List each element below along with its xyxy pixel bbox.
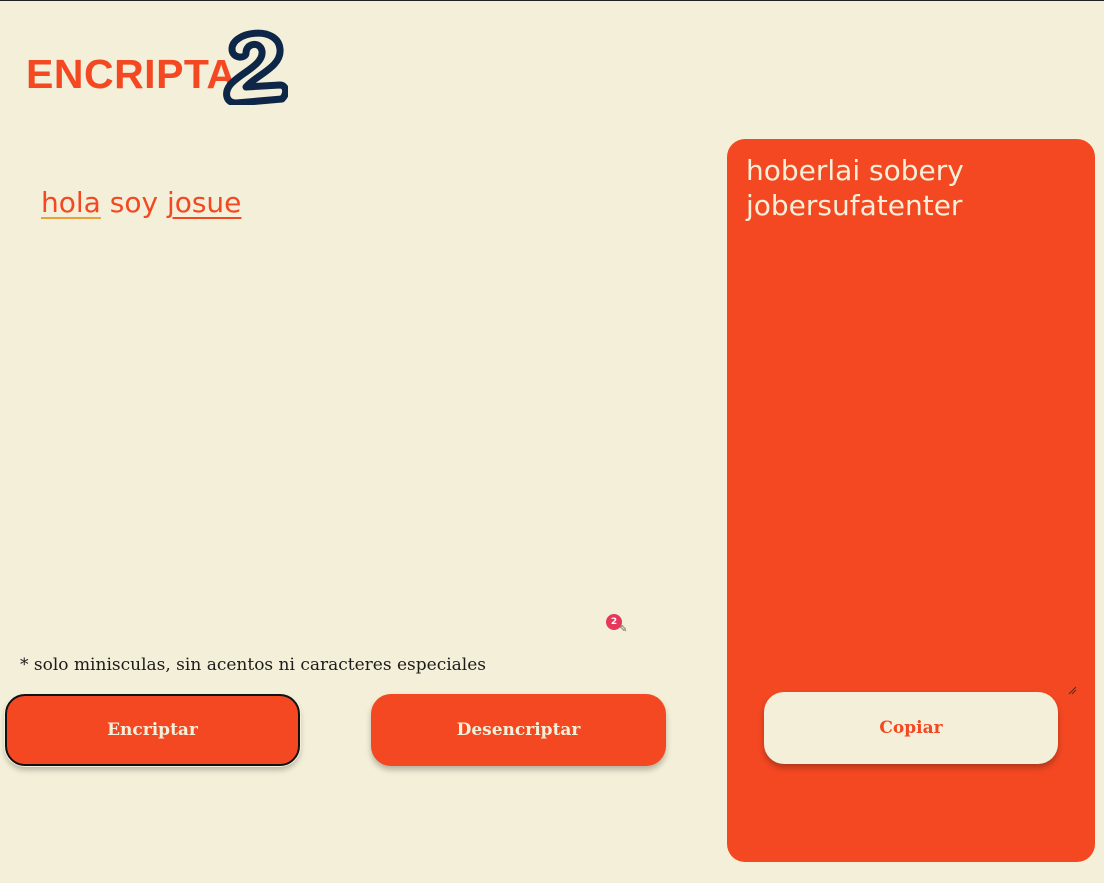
output-textarea[interactable]: hoberlai sobery jobersufatenter (746, 153, 1076, 223)
resize-handle-icon[interactable] (1067, 685, 1077, 695)
logo-number-icon (223, 29, 288, 105)
decrypt-button[interactable]: Desencriptar (371, 694, 666, 766)
encrypt-button[interactable]: Encriptar (5, 694, 300, 766)
copy-button[interactable]: Copiar (764, 692, 1058, 764)
input-word: hola (41, 186, 101, 219)
input-textarea[interactable]: hola soy josue (41, 183, 661, 223)
input-word: josue (166, 186, 242, 219)
logo: ENCRIPTA (26, 27, 296, 109)
logo-text: ENCRIPTA (26, 51, 237, 97)
output-panel: hoberlai sobery jobersufatenter Copiar (727, 139, 1095, 862)
input-word: soy (109, 186, 159, 219)
pen-icon: ✎ (619, 624, 628, 635)
input-hint: * solo miniscul​as, sin acentos ni carac… (20, 655, 487, 675)
